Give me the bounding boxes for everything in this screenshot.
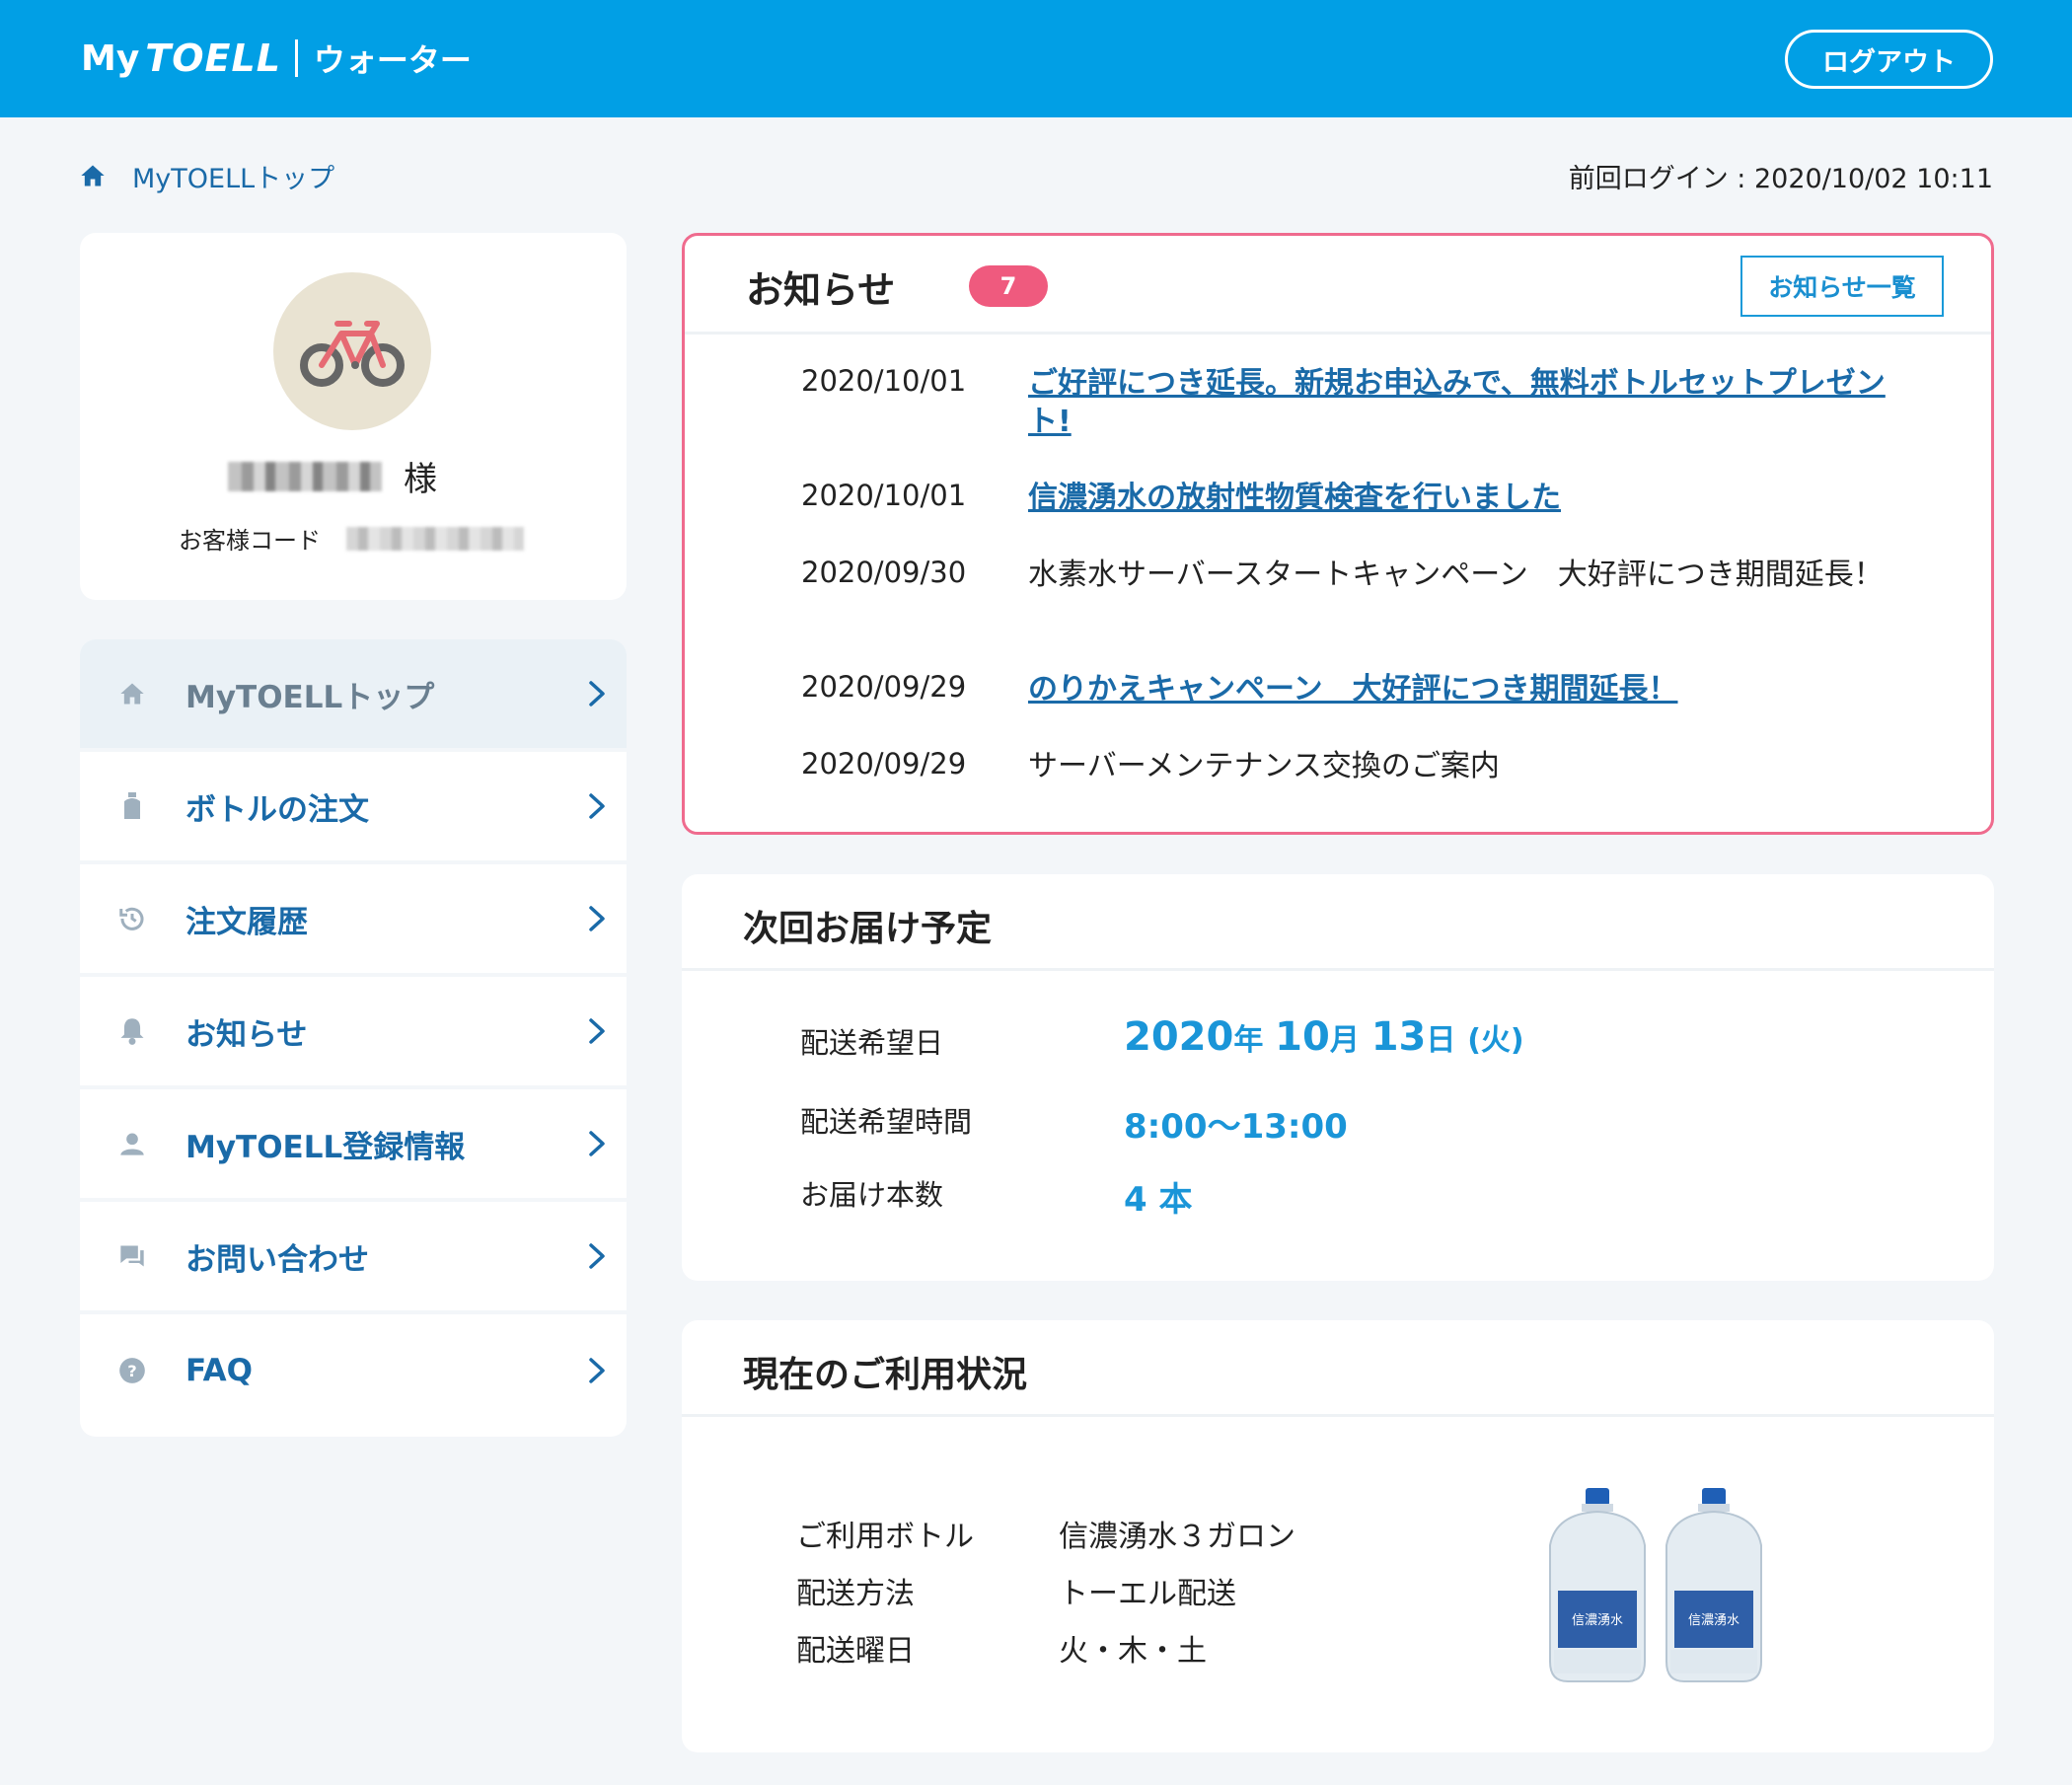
- menu-label: MyTOELLトップ: [185, 679, 435, 715]
- current-usage-card: 現在のご利用状況 ご利用ボトル 信濃湧水３ガロン 配送方法 トーエル配送 配送曜…: [682, 1320, 1994, 1752]
- usage-value: 信濃湧水３ガロン: [1059, 1520, 1295, 1554]
- customer-name-redacted: [228, 461, 382, 491]
- user-icon: [117, 1129, 147, 1158]
- usage-label: ご利用ボトル: [796, 1520, 974, 1554]
- last-login-text: 前回ログイン : 2020/10/02 10:11: [1568, 163, 1993, 194]
- history-icon: [117, 904, 147, 933]
- bottle-label-text: 信濃湧水: [1572, 1612, 1623, 1628]
- menu-item-bottle-order[interactable]: ボトルの注文: [80, 752, 627, 864]
- notices-list-button[interactable]: お知らせ一覧: [1740, 256, 1944, 317]
- delivery-date-label: 配送希望日: [800, 1026, 944, 1060]
- logo-toell: TOELL: [145, 37, 281, 80]
- chevron-right-icon: [589, 793, 605, 819]
- menu-item-mytoell-top[interactable]: MyTOELLトップ: [80, 639, 627, 752]
- customer-name: 様: [228, 452, 437, 500]
- delivery-qty-value: 4 本: [1124, 1180, 1193, 1220]
- delivery-day-unit: 日: [1426, 1023, 1456, 1058]
- chevron-right-icon: [589, 1131, 605, 1156]
- menu-item-faq[interactable]: ? FAQ: [80, 1314, 627, 1427]
- delivery-day: 13: [1370, 1014, 1427, 1060]
- delivery-year: 2020: [1124, 1014, 1234, 1060]
- menu-item-contact[interactable]: お問い合わせ: [80, 1202, 627, 1314]
- notices-title: お知らせ: [746, 268, 896, 312]
- menu-item-order-history[interactable]: 注文履歴: [80, 864, 627, 977]
- customer-code-redacted: [346, 526, 524, 551]
- next-delivery-header: 次回お届け予定: [682, 874, 1994, 971]
- question-icon: ?: [117, 1356, 147, 1385]
- bottle-label-text: 信濃湧水: [1688, 1612, 1739, 1628]
- svg-text:?: ?: [127, 1362, 136, 1380]
- logout-button[interactable]: ログアウト: [1785, 30, 1993, 89]
- next-delivery-card: 次回お届け予定 配送希望日 2020年 10月 13日 (火) 配送希望時間 8…: [682, 874, 1994, 1281]
- menu-label: 注文履歴: [185, 904, 308, 940]
- menu-label: FAQ: [185, 1353, 253, 1388]
- chevron-right-icon: [589, 1358, 605, 1383]
- notice-link[interactable]: のりかえキャンペーン 大好評につき期間延長！: [1028, 670, 1928, 708]
- mytoell-water-logo[interactable]: My TOELL ウォーター: [81, 34, 472, 83]
- logo-my: My: [81, 37, 140, 79]
- delivery-month: 10: [1275, 1014, 1330, 1060]
- notice-date: 2020/10/01: [801, 364, 967, 398]
- menu-label: お問い合わせ: [185, 1241, 369, 1278]
- water-bottle-image: 信濃湧水 信濃湧水: [1549, 1488, 1762, 1682]
- chevron-right-icon: [589, 1243, 605, 1269]
- notice-date: 2020/10/01: [801, 479, 967, 512]
- menu-item-registration-info[interactable]: MyTOELL登録情報: [80, 1089, 627, 1202]
- notice-date: 2020/09/30: [801, 556, 967, 589]
- delivery-qty-label: お届け本数: [800, 1178, 944, 1212]
- chevron-right-icon: [589, 681, 605, 707]
- bottle-icon: [117, 791, 147, 821]
- current-usage-header: 現在のご利用状況: [682, 1320, 1994, 1417]
- notice-text: サーバーメンテナンス交換のご案内: [1028, 749, 1500, 783]
- usage-value: トーエル配送: [1059, 1577, 1236, 1611]
- menu-item-notices[interactable]: お知らせ: [80, 977, 627, 1089]
- chevron-right-icon: [589, 906, 605, 931]
- notice-link[interactable]: ご好評につき延長。新規お申込みで、無料ボトルセットプレゼント!: [1028, 364, 1928, 441]
- bicycle-icon: [300, 321, 405, 387]
- chevron-right-icon: [589, 1018, 605, 1044]
- usage-label: 配送方法: [796, 1577, 915, 1611]
- delivery-month-unit: 月: [1329, 1023, 1360, 1058]
- app-header: My TOELL ウォーター ログアウト: [0, 0, 2072, 117]
- delivery-year-unit: 年: [1233, 1023, 1264, 1058]
- menu-label: お知らせ: [185, 1016, 308, 1053]
- bell-icon: [117, 1016, 147, 1046]
- chat-icon: [117, 1241, 147, 1271]
- notices-count-badge: 7: [969, 265, 1048, 307]
- notice-date: 2020/09/29: [801, 747, 967, 781]
- notices-header: お知らせ 7 お知らせ一覧: [685, 236, 1991, 335]
- usage-value: 火・木・土: [1059, 1634, 1207, 1669]
- notice-text: 水素水サーバースタートキャンペーン 大好評につき期間延長！: [1028, 558, 1884, 592]
- side-menu: MyTOELLトップ ボトルの注文 注文履歴 お知らせ MyTOELL登録情報: [80, 639, 627, 1437]
- menu-label: MyTOELL登録情報: [185, 1129, 466, 1165]
- customer-code-label: お客様コード: [179, 527, 321, 555]
- delivery-time-label: 配送希望時間: [800, 1105, 973, 1139]
- delivery-date-value: 2020年 10月 13日 (火): [1124, 1014, 1524, 1060]
- delivery-weekday: (火): [1467, 1023, 1524, 1058]
- breadcrumb-home-link[interactable]: MyTOELLトップ: [132, 157, 334, 195]
- home-icon: [117, 679, 147, 708]
- delivery-time-value: 8:00〜13:00: [1124, 1107, 1348, 1147]
- honorific-label: 様: [404, 460, 437, 499]
- logo-subtitle: ウォーター: [313, 41, 472, 79]
- profile-card: 様 お客様コード: [80, 233, 627, 600]
- usage-label: 配送曜日: [796, 1634, 915, 1669]
- avatar: [273, 272, 431, 430]
- logo-separator: [294, 39, 298, 77]
- menu-label: ボトルの注文: [185, 791, 369, 828]
- notices-card: お知らせ 7 お知らせ一覧 2020/10/01 ご好評につき延長。新規お申込み…: [682, 233, 1994, 835]
- notice-link[interactable]: 信濃湧水の放射性物質検査を行いました: [1028, 479, 1928, 517]
- notice-date: 2020/09/29: [801, 670, 967, 704]
- customer-code: お客様コード: [179, 521, 524, 556]
- next-delivery-title: 次回お届け予定: [743, 909, 993, 949]
- current-usage-title: 現在のご利用状況: [743, 1355, 1028, 1395]
- breadcrumb: MyTOELLトップ: [79, 157, 334, 195]
- home-icon: [81, 165, 105, 186]
